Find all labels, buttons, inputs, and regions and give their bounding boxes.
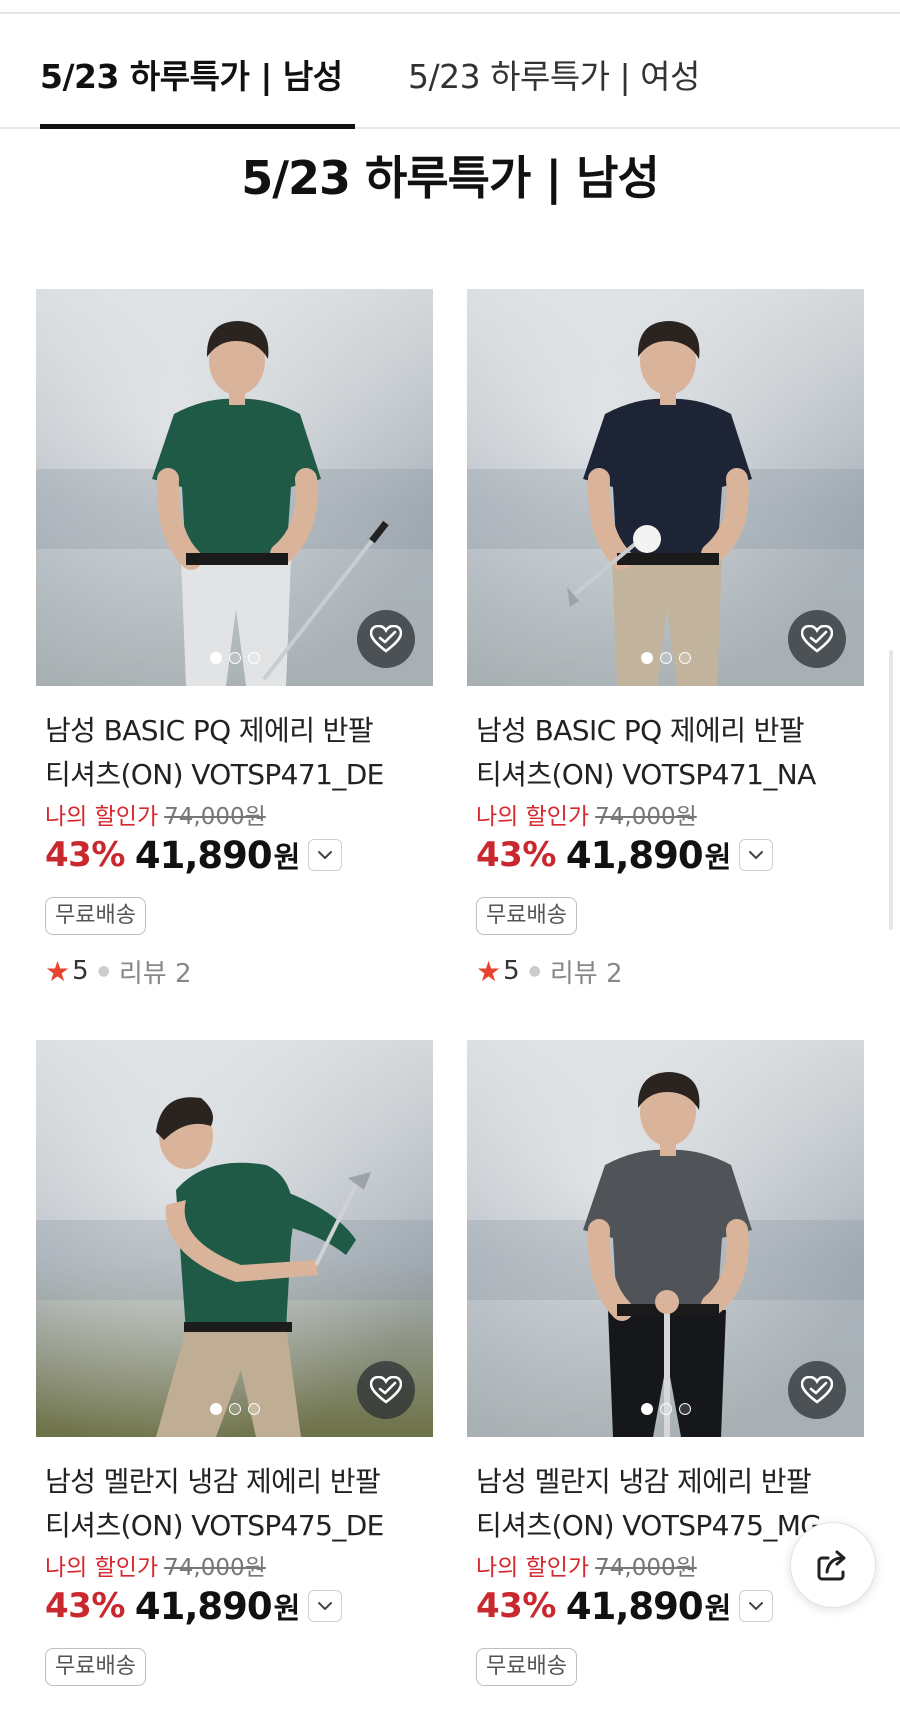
original-price: 74,000원 <box>595 1555 697 1581</box>
my-discount-label: 나의 할인가 <box>476 804 590 830</box>
sale-price: 41,890 <box>134 1584 273 1628</box>
star-icon: ★ <box>45 954 71 988</box>
product-name-line1: 남성 BASIC PQ 제에리 반팔 <box>45 714 374 747</box>
price-row: 43% 41,890 원 <box>45 833 343 877</box>
my-discount-label: 나의 할인가 <box>45 1555 159 1581</box>
product-name-line2: 티셔츠(ON) VOTSP475_DE <box>45 1509 384 1542</box>
product-name-line1: 남성 BASIC PQ 제에리 반팔 <box>476 714 805 747</box>
share-icon <box>817 1550 846 1581</box>
price-row: 43% 41,890 원 <box>476 1584 774 1628</box>
rating-row: ★ 5 ● 리뷰 2 <box>476 953 623 989</box>
heart-check-icon <box>370 1376 402 1404</box>
my-discount-label: 나의 할인가 <box>476 1555 590 1581</box>
star-icon: ★ <box>476 954 502 988</box>
chevron-down-icon <box>318 851 333 859</box>
currency-unit: 원 <box>704 840 732 874</box>
sale-price: 41,890 <box>134 833 273 877</box>
tab-men[interactable]: 5/23 하루특가 | 남성 <box>40 50 343 96</box>
pagination-dot[interactable] <box>247 1403 260 1415</box>
pagination-dot[interactable] <box>659 652 672 664</box>
free-shipping-badge: 무료배송 <box>45 897 146 935</box>
wishlist-button[interactable] <box>788 1361 846 1419</box>
heart-check-icon <box>801 625 833 653</box>
discount-percent: 43% <box>45 835 125 875</box>
price-detail-toggle[interactable] <box>739 839 774 871</box>
pagination-dot[interactable] <box>247 652 260 664</box>
pagination-dot[interactable] <box>228 1403 241 1415</box>
product-name[interactable]: 남성 BASIC PQ 제에리 반팔티셔츠(ON) VOTSP471_DE <box>45 709 435 797</box>
review-count[interactable]: 리뷰 2 <box>119 953 192 990</box>
chevron-down-icon <box>749 1602 764 1610</box>
discount-row: 나의 할인가 74,000원 <box>476 1548 697 1582</box>
product-card[interactable]: 남성 BASIC PQ 제에리 반팔 티셔츠(ON) VOTSP471_NA 나의 … <box>467 289 864 999</box>
product-name-line2: 티셔츠(ON) VOTSP471_NA <box>476 758 816 791</box>
price-row: 43% 41,890 원 <box>476 833 774 877</box>
free-shipping-badge: 무료배송 <box>476 897 577 935</box>
currency-unit: 원 <box>273 1591 301 1625</box>
discount-row: 나의 할인가 74,000원 <box>45 1548 266 1582</box>
pagination-dot[interactable] <box>228 652 241 664</box>
share-button[interactable] <box>790 1522 876 1608</box>
pagination-dot[interactable] <box>659 1403 672 1415</box>
free-shipping-badge: 무료배송 <box>45 1648 146 1686</box>
discount-percent: 43% <box>476 835 556 875</box>
price-detail-toggle[interactable] <box>308 839 343 871</box>
price-detail-toggle[interactable] <box>308 1590 343 1622</box>
wishlist-button[interactable] <box>357 1361 415 1419</box>
heart-check-icon <box>370 625 402 653</box>
pagination-dot[interactable] <box>209 652 222 664</box>
chevron-down-icon <box>749 851 764 859</box>
separator-dot: ● <box>97 963 110 979</box>
sale-price: 41,890 <box>565 1584 704 1628</box>
pagination-dot[interactable] <box>209 1403 222 1415</box>
chevron-down-icon <box>318 1602 333 1610</box>
pagination-dot[interactable] <box>640 1403 653 1415</box>
original-price: 74,000원 <box>164 1555 266 1581</box>
my-discount-label: 나의 할인가 <box>45 804 159 830</box>
product-image[interactable] <box>36 289 433 686</box>
product-card[interactable]: 남성 멜란지 냉감 제에리 반팔 티셔츠(ON) VOTSP475_MG 나의 할인… <box>467 1040 864 1700</box>
product-name-line2: 티셔츠(ON) VOTSP471_DE <box>45 758 384 791</box>
heart-check-icon <box>801 1376 833 1404</box>
discount-percent: 43% <box>45 1586 125 1626</box>
product-card[interactable]: 남성 BASIC PQ 제에리 반팔 티셔츠(ON) VOTSP471_DE 나의 … <box>36 289 433 999</box>
product-name-line1: 남성 멜란지 냉감 제에리 반팔 <box>45 1465 381 1498</box>
product-card[interactable]: 남성 멜란지 냉감 제에리 반팔 티셔츠(ON) VOTSP475_DE 나의 할인… <box>36 1040 433 1700</box>
original-price: 74,000원 <box>595 804 697 830</box>
discount-row: 나의 할인가 74,000원 <box>45 797 266 831</box>
separator-dot: ● <box>528 963 541 979</box>
product-name[interactable]: 남성 BASIC PQ 제에리 반팔티셔츠(ON) VOTSP471_NA <box>476 709 866 797</box>
discount-row: 나의 할인가 74,000원 <box>476 797 697 831</box>
active-tab-indicator <box>40 124 355 129</box>
pagination-dot[interactable] <box>678 1403 691 1415</box>
sale-price: 41,890 <box>565 833 704 877</box>
section-title: 5/23 하루특가 | 남성 <box>241 151 660 205</box>
product-name[interactable]: 남성 멜란지 냉감 제에리 반팔티셔츠(ON) VOTSP475_DE <box>45 1460 435 1548</box>
product-image[interactable] <box>467 289 864 686</box>
price-row: 43% 41,890 원 <box>45 1584 343 1628</box>
product-image[interactable] <box>36 1040 433 1437</box>
scrollbar[interactable] <box>889 650 893 930</box>
tab-women[interactable]: 5/23 하루특가 | 여성 <box>408 50 700 96</box>
rating-value: 5 <box>503 956 520 986</box>
rating-row: ★ 5 ● 리뷰 2 <box>45 953 192 989</box>
currency-unit: 원 <box>704 1591 732 1625</box>
pagination-dot[interactable] <box>678 652 691 664</box>
product-name-line1: 남성 멜란지 냉감 제에리 반팔 <box>476 1465 812 1498</box>
product-image[interactable] <box>467 1040 864 1437</box>
original-price: 74,000원 <box>164 804 266 830</box>
wishlist-button[interactable] <box>357 610 415 668</box>
price-detail-toggle[interactable] <box>739 1590 774 1622</box>
discount-percent: 43% <box>476 1586 556 1626</box>
pagination-dot[interactable] <box>640 652 653 664</box>
tab-bar: 5/23 하루특가 | 남성 5/23 하루특가 | 여성 <box>0 14 900 129</box>
currency-unit: 원 <box>273 840 301 874</box>
rating-value: 5 <box>72 956 89 986</box>
review-count[interactable]: 리뷰 2 <box>550 953 623 990</box>
wishlist-button[interactable] <box>788 610 846 668</box>
free-shipping-badge: 무료배송 <box>476 1648 577 1686</box>
